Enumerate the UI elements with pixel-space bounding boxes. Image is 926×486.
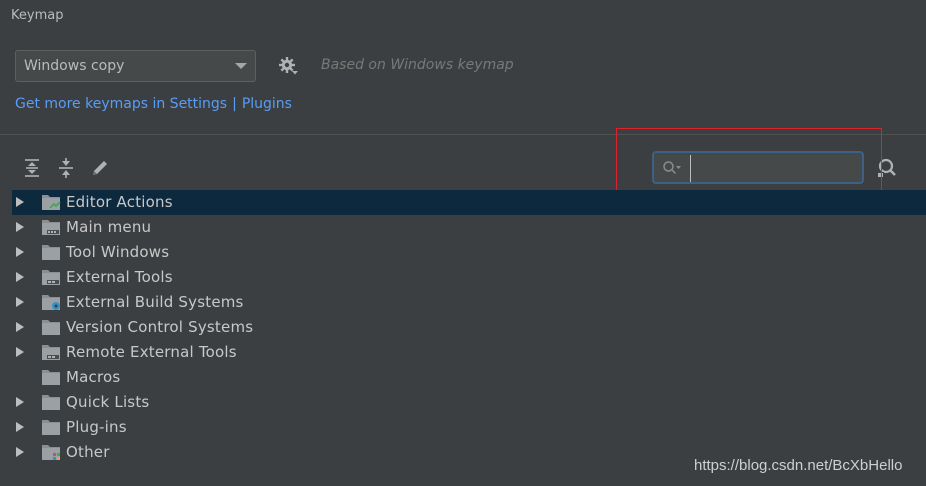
tree-row[interactable]: Version Control Systems	[12, 315, 926, 340]
based-on-label: Based on Windows keymap	[321, 57, 514, 73]
tree-row[interactable]: Editor Actions	[12, 190, 926, 215]
expand-arrow-icon[interactable]	[16, 247, 24, 257]
tree-row[interactable]: External Tools	[12, 265, 926, 290]
tree-row-label: External Tools	[66, 268, 173, 286]
tree-row[interactable]: Quick Lists	[12, 390, 926, 415]
folder-icon	[42, 370, 60, 385]
folder-icon	[42, 395, 60, 410]
folder-icon	[42, 245, 60, 260]
expand-arrow-icon[interactable]	[16, 397, 24, 407]
keymap-links: Get more keymaps in Settings | Plugins	[15, 96, 292, 112]
expand-arrow-icon[interactable]	[16, 222, 24, 232]
keymap-select-value: Windows copy	[24, 58, 125, 74]
folder-icon	[42, 420, 60, 435]
tree-row-label: Remote External Tools	[66, 343, 237, 361]
tree-row[interactable]: Tool Windows	[12, 240, 926, 265]
watermark: https://blog.csdn.net/BcXbHello	[694, 457, 903, 474]
tree-row-label: Quick Lists	[66, 393, 150, 411]
chevron-down-icon	[235, 63, 247, 69]
tree-row[interactable]: External Build Systems	[12, 290, 926, 315]
tree-row-label: Editor Actions	[66, 193, 173, 211]
expand-all-icon[interactable]	[22, 158, 42, 178]
expand-arrow-icon[interactable]	[16, 347, 24, 357]
tree-row-label: Macros	[66, 368, 121, 386]
build-folder-icon	[42, 295, 60, 310]
expand-arrow-icon[interactable]	[16, 322, 24, 332]
tree-row[interactable]: Remote External Tools	[12, 340, 926, 365]
tree-row[interactable]: Plug-ins	[12, 415, 926, 440]
plugins-link[interactable]: Plugins	[242, 96, 292, 112]
keymap-select[interactable]: Windows copy	[15, 50, 256, 82]
tree-row-label: Other	[66, 443, 110, 461]
link-separator: |	[232, 96, 237, 112]
tree-row-label: Tool Windows	[66, 243, 170, 261]
tools-folder-icon	[42, 270, 60, 285]
collapse-all-icon[interactable]	[56, 158, 76, 178]
edit-icon[interactable]	[90, 158, 110, 178]
other-folder-icon	[42, 445, 60, 460]
tree-row[interactable]: Macros	[12, 365, 926, 390]
get-more-keymaps-link[interactable]: Get more keymaps in Settings	[15, 96, 227, 112]
folder-icon	[42, 320, 60, 335]
editor-actions-folder-icon	[42, 195, 61, 210]
menu-folder-icon	[42, 220, 60, 235]
tree-row-label: Plug-ins	[66, 418, 127, 436]
tools-folder-icon	[42, 345, 60, 360]
keymap-tree: Editor Actions Main menu Tool Windows Exter…	[12, 190, 926, 465]
tree-row[interactable]: Main menu	[12, 215, 926, 240]
tree-row-label: Version Control Systems	[66, 318, 254, 336]
expand-arrow-icon[interactable]	[16, 197, 24, 207]
tree-row-label: Main menu	[66, 218, 152, 236]
expand-arrow-icon[interactable]	[16, 422, 24, 432]
panel-title: Keymap	[11, 8, 64, 23]
tree-row-label: External Build Systems	[66, 293, 244, 311]
gear-icon[interactable]	[278, 56, 298, 76]
expand-arrow-icon[interactable]	[16, 447, 24, 457]
expand-arrow-icon[interactable]	[16, 297, 24, 307]
expand-arrow-icon[interactable]	[16, 272, 24, 282]
